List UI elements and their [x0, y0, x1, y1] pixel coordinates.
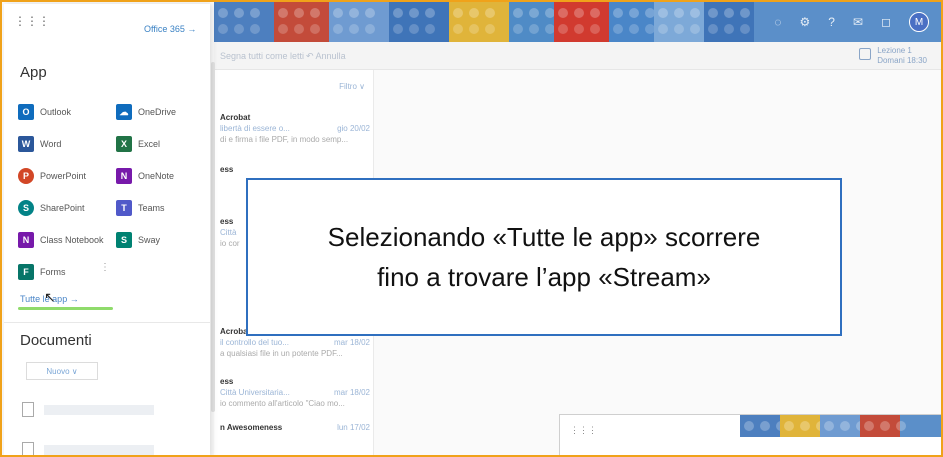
app-label: Class Notebook: [40, 235, 104, 245]
undo-button[interactable]: ↶ Annulla: [306, 51, 346, 62]
chat-icon[interactable]: ◌: [774, 15, 781, 29]
powerpoint-icon: P: [18, 168, 34, 184]
mark-all-read-button[interactable]: Segna tutti come letti: [220, 51, 304, 61]
app-label: Sway: [138, 235, 161, 245]
documents-title: Documenti: [20, 332, 92, 349]
app-powerpoint[interactable]: P PowerPoint: [18, 168, 86, 184]
apps-title: App: [20, 64, 47, 81]
mail-preview: di e firma i file PDF, in modo semp...: [220, 135, 349, 144]
mail-sender: ess: [220, 165, 234, 174]
mail-sender: n Awesomeness: [220, 423, 283, 432]
app-sharepoint[interactable]: S SharePoint: [18, 200, 85, 216]
mail-subject: libertà di essere o...: [220, 124, 290, 133]
office365-link[interactable]: Office 365 →: [144, 24, 196, 34]
sway-icon: S: [116, 232, 132, 248]
mail-preview: a qualsiasi file in un potente PDF...: [220, 349, 343, 358]
app-excel[interactable]: X Excel: [116, 136, 160, 152]
mouse-cursor-icon: ↖: [44, 289, 56, 305]
mail-subject: Città: [220, 228, 237, 237]
mail-item[interactable]: n Awesomeness lun 17/02: [220, 422, 370, 433]
calendar-title: Lezione 1: [877, 46, 912, 55]
callout-line-2: fino a trovare l’app «Stream»: [377, 262, 711, 292]
app-label: Forms: [40, 267, 66, 277]
mail-date: mar 18/02: [333, 338, 370, 347]
mail-item[interactable]: ess: [220, 164, 370, 175]
top-banner: ◌ ⚙ ? ✉ ◻ M: [214, 2, 941, 42]
app-word[interactable]: W Word: [18, 136, 61, 152]
mini-banner: [740, 415, 941, 437]
mini-preview: ⋮⋮⋮: [559, 414, 941, 455]
mail-sender: Acrobat: [220, 113, 251, 122]
callout-line-1: Selezionando «Tutte le app» scorrere: [327, 222, 761, 252]
app-teams[interactable]: T Teams: [116, 200, 165, 216]
calendar-reminder[interactable]: Lezione 1 Domani 18:30: [859, 46, 927, 66]
mail-sender: ess: [220, 377, 234, 386]
teams-icon: T: [116, 200, 132, 216]
avatar[interactable]: M: [909, 12, 929, 32]
app-onenote[interactable]: N OneNote: [116, 168, 174, 184]
mail-preview: io commento all'articolo "Ciao mo...: [220, 399, 345, 408]
app-label: Word: [40, 139, 62, 149]
app-label: Outlook: [40, 107, 72, 117]
mail-date: gio 20/02: [337, 124, 370, 133]
notification-icon[interactable]: ◻: [881, 15, 891, 29]
document-icon: [22, 402, 34, 417]
document-name[interactable]: [44, 445, 154, 455]
megaphone-icon[interactable]: ✉: [853, 15, 863, 29]
outlook-icon: O: [18, 104, 34, 120]
sharepoint-icon: S: [18, 200, 34, 216]
divider: [4, 322, 210, 323]
screen-frame: ◌ ⚙ ? ✉ ◻ M Segna tutti come letti ↶ Ann…: [0, 0, 943, 457]
document-icon: [22, 442, 34, 455]
mail-date: lun 17/02: [337, 423, 370, 432]
onedrive-icon: ☁: [116, 104, 132, 120]
calendar-time: Domani 18:30: [877, 56, 927, 65]
app-label: Teams: [138, 203, 165, 213]
mail-subject: Città Universitaria...: [220, 388, 290, 397]
waffle-icon: ⋮⋮⋮: [570, 425, 597, 435]
app-label: Excel: [138, 139, 161, 149]
app-forms[interactable]: F Forms: [18, 264, 66, 280]
class-notebook-icon: N: [18, 232, 34, 248]
app-label: SharePoint: [40, 203, 85, 213]
app-launcher: ⋮⋮⋮ Office 365 → App O Outlook ☁ OneDrive …: [4, 4, 210, 455]
forms-icon: F: [18, 264, 34, 280]
app-sway[interactable]: S Sway: [116, 232, 160, 248]
mail-date: mar 18/02: [333, 388, 370, 397]
app-onedrive[interactable]: ☁ OneDrive: [116, 104, 176, 120]
launcher-scrollbar[interactable]: [211, 62, 215, 412]
excel-icon: X: [116, 136, 132, 152]
mail-item[interactable]: ess Città Universitaria... mar 18/02 io c…: [220, 376, 370, 409]
waffle-icon[interactable]: ⋮⋮⋮: [14, 14, 50, 28]
document-name[interactable]: [44, 405, 154, 415]
app-outlook[interactable]: O Outlook: [18, 104, 71, 120]
app-label: OneDrive: [138, 107, 177, 117]
filter-button[interactable]: Filtro ∨: [339, 82, 365, 91]
calendar-icon: [859, 48, 872, 60]
mail-subject: il controllo del tuo...: [220, 338, 289, 347]
app-label: PowerPoint: [40, 171, 87, 181]
new-button[interactable]: Nuovo ∨: [26, 362, 98, 380]
gear-icon[interactable]: ⚙: [800, 15, 811, 29]
onenote-icon: N: [116, 168, 132, 184]
app-class-notebook[interactable]: N Class Notebook: [18, 232, 104, 248]
app-label: OneNote: [138, 171, 175, 181]
mail-item[interactable]: Acrobat libertà di essere o... gio 20/02 …: [220, 112, 370, 145]
word-icon: W: [18, 136, 34, 152]
toolbar: Segna tutti come letti ↶ Annulla Lezione…: [214, 42, 941, 70]
instruction-callout: Selezionando «Tutte le app» scorrere fin…: [246, 178, 842, 336]
help-icon[interactable]: ?: [828, 15, 835, 29]
more-options-icon[interactable]: ⋮: [100, 262, 110, 273]
highlight-underline: [18, 307, 113, 310]
